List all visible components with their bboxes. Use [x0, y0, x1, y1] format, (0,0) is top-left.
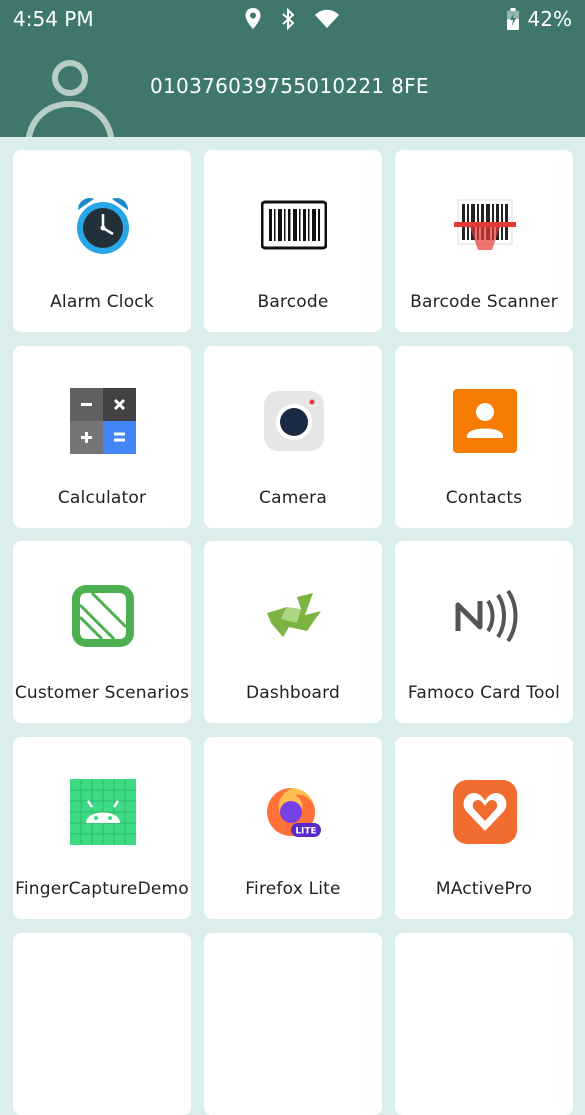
app-tile-firefox-lite[interactable]: LITE Firefox Lite — [204, 737, 382, 919]
app-label: Famoco Card Tool — [407, 683, 561, 703]
app-label: Barcode Scanner — [410, 292, 558, 312]
customer-scenarios-icon — [72, 585, 134, 647]
app-tile-alarm-clock[interactable]: Alarm Clock — [13, 150, 191, 332]
app-tile-contacts[interactable]: Contacts — [395, 346, 573, 528]
app-tile-dashboard[interactable]: Dashboard — [204, 541, 382, 723]
app-tile-partial[interactable] — [395, 933, 573, 1115]
app-label: Barcode — [257, 292, 329, 312]
camera-icon — [264, 391, 324, 451]
app-tile-barcode-scanner[interactable]: Barcode Scanner — [395, 150, 573, 332]
barcode-icon — [261, 200, 327, 250]
app-label: Customer Scenarios — [14, 683, 190, 703]
alarm-clock-icon — [77, 198, 129, 254]
app-label: Firefox Lite — [245, 879, 341, 899]
app-label: MActivePro — [435, 879, 533, 899]
app-label: Dashboard — [245, 683, 341, 703]
status-bar: 4:54 PM 42% — [0, 0, 585, 38]
location-icon — [245, 8, 261, 29]
bluetooth-icon — [282, 7, 295, 31]
dashboard-icon — [267, 593, 321, 637]
user-id: 010376039755010221 8FE — [150, 74, 429, 98]
barcode-scanner-icon — [454, 199, 516, 250]
app-label: Calculator — [57, 488, 147, 508]
app-label: Contacts — [445, 488, 523, 508]
app-label: Alarm Clock — [50, 292, 154, 312]
app-tile-famoco-card-tool[interactable]: Famoco Card Tool — [395, 541, 573, 723]
nfc-icon — [455, 589, 518, 643]
app-grid: Alarm Clock Barcode Barcode Scanner Calc… — [0, 137, 585, 1115]
app-tile-camera[interactable]: Camera — [204, 346, 382, 528]
app-label: Camera — [259, 488, 327, 508]
app-tile-partial[interactable] — [204, 933, 382, 1115]
contacts-icon — [453, 389, 517, 453]
app-tile-partial[interactable] — [13, 933, 191, 1115]
status-time: 4:54 PM — [13, 7, 94, 31]
wifi-icon — [315, 9, 339, 28]
profile-header: 010376039755010221 8FE — [0, 38, 585, 137]
mactivepro-icon — [453, 780, 517, 844]
app-tile-finger-capture-demo[interactable]: FingerCaptureDemo — [13, 737, 191, 919]
android-icon — [70, 779, 136, 845]
app-tile-mactivepro[interactable]: MActivePro — [395, 737, 573, 919]
battery-percentage: 42% — [527, 7, 572, 31]
app-label: FingerCaptureDemo — [15, 879, 189, 899]
app-tile-customer-scenarios[interactable]: Customer Scenarios — [13, 541, 191, 723]
avatar-icon[interactable] — [22, 58, 118, 137]
app-tile-calculator[interactable]: Calculator — [13, 346, 191, 528]
app-tile-barcode[interactable]: Barcode — [204, 150, 382, 332]
calculator-icon — [70, 388, 136, 454]
svg-text:LITE: LITE — [295, 827, 316, 837]
battery-charging-icon — [506, 8, 519, 30]
firefox-lite-icon: LITE — [267, 788, 321, 837]
